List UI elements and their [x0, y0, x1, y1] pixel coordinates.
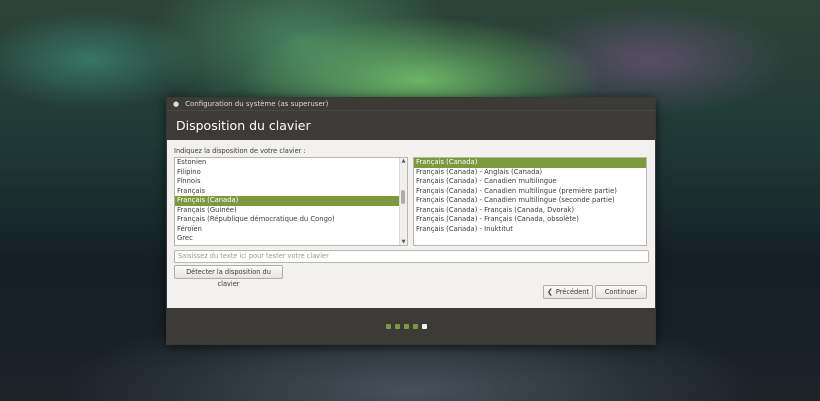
progress-dot: [422, 324, 427, 329]
layout-list-item[interactable]: Estonien: [175, 158, 407, 168]
layout-list[interactable]: Estonien Filipino Finnois Français Français …: [174, 157, 408, 246]
progress-dot: [395, 324, 400, 329]
scroll-up-icon[interactable]: ▲: [400, 158, 407, 164]
variant-list-item[interactable]: Français (Canada) - Canadien multilingue: [414, 177, 646, 187]
variant-list-item[interactable]: Français (Canada): [414, 158, 646, 168]
variant-list-item[interactable]: Français (Canada) - Canadien multilingue…: [414, 187, 646, 197]
progress-dot: [413, 324, 418, 329]
progress-dots: [386, 324, 427, 329]
progress-footer: [167, 308, 655, 344]
layout-list-item[interactable]: Grec: [175, 234, 407, 244]
variant-list-item[interactable]: Français (Canada) - Français (Canada, Dv…: [414, 206, 646, 216]
scroll-down-icon[interactable]: ▼: [400, 239, 407, 245]
layout-list-item[interactable]: Filipino: [175, 168, 407, 178]
layout-list-item[interactable]: Français (République démocratique du Con…: [175, 215, 407, 225]
continue-button[interactable]: Continuer: [595, 285, 647, 299]
variant-list-item[interactable]: Français (Canada) - Canadien multilingue…: [414, 196, 646, 206]
progress-dot: [386, 324, 391, 329]
title-bar: ● Configuration du système (as superuser…: [167, 98, 655, 110]
layout-list-item[interactable]: Français: [175, 187, 407, 197]
page-header: Disposition du clavier: [167, 110, 655, 140]
layout-list-item[interactable]: Féroïen: [175, 225, 407, 235]
previous-label: Précédent: [555, 288, 590, 296]
variant-list-item[interactable]: Français (Canada) - Inuktitut: [414, 225, 646, 235]
scroll-thumb[interactable]: [401, 190, 405, 204]
detect-layout-button[interactable]: Détecter la disposition du clavier: [174, 265, 283, 288]
variant-list-item[interactable]: Français (Canada) - Anglais (Canada): [414, 168, 646, 178]
page-title: Disposition du clavier: [176, 118, 311, 133]
variant-list[interactable]: Français (Canada) Français (Canada) - Ang…: [413, 157, 647, 246]
chevron-left-icon: ❮: [546, 288, 553, 296]
layout-list-item[interactable]: Finnois: [175, 177, 407, 187]
layout-scrollbar[interactable]: ▲ ▼: [399, 158, 407, 245]
layout-prompt: Indiquez la disposition de votre clavier…: [174, 147, 306, 155]
close-icon[interactable]: ●: [173, 100, 179, 108]
keyboard-test-input[interactable]: Saisissez du texte ici pour tester votre…: [174, 250, 649, 263]
layout-list-item[interactable]: Français (Canada): [175, 196, 407, 206]
installer-window: ● Configuration du système (as superuser…: [166, 97, 656, 345]
progress-dot: [404, 324, 409, 329]
layout-list-item[interactable]: Français (Guinée): [175, 206, 407, 216]
variant-list-item[interactable]: Français (Canada) - Français (Canada, ob…: [414, 215, 646, 225]
content-area: Indiquez la disposition de votre clavier…: [167, 140, 655, 309]
previous-button[interactable]: ❮ Précédent: [543, 285, 593, 299]
window-title: Configuration du système (as superuser): [185, 100, 329, 108]
